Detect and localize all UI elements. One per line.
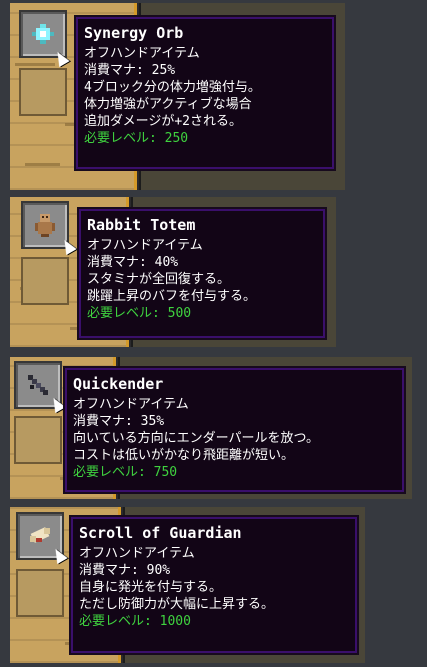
item-type: オフハンドアイテム [87, 238, 203, 253]
description-line: スタミナが全回復する。 [87, 272, 231, 287]
item-type: オフハンドアイテム [79, 546, 195, 561]
mana-cost: 消費マナ: 90% [79, 563, 171, 578]
item-card-synergy-orb: Synergy Orb オフハンドアイテム 消費マナ: 25% 4ブロック分の体… [10, 3, 345, 190]
description-line: 跳躍上昇のバフを付与する。 [87, 289, 257, 304]
item-tooltip: Quickender オフハンドアイテム 消費マナ: 35% 向いている方向にエ… [63, 366, 406, 494]
item-card-quickender: Quickender オフハンドアイテム 消費マナ: 35% 向いている方向にエ… [10, 357, 412, 499]
item-name: Quickender [73, 375, 164, 393]
level-requirement: 必要レベル: 750 [73, 465, 178, 480]
empty-slot[interactable] [21, 257, 69, 305]
item-name: Scroll of Guardian [79, 524, 242, 542]
mana-cost: 消費マナ: 25% [84, 63, 176, 78]
totem-icon [35, 214, 55, 237]
description-line: ただし防御力が大幅に上昇する。 [79, 597, 275, 612]
description-line: 向いている方向にエンダーパールを放つ。 [73, 431, 319, 446]
item-name: Rabbit Totem [87, 216, 196, 234]
ender-launcher-icon [28, 375, 48, 395]
level-requirement: 必要レベル: 500 [87, 306, 192, 321]
item-tooltip: Synergy Orb オフハンドアイテム 消費マナ: 25% 4ブロック分の体… [74, 15, 336, 171]
item-card-rabbit-totem: Rabbit Totem オフハンドアイテム 消費マナ: 40% スタミナが全回… [10, 197, 336, 347]
description-line: 自身に発光を付与する。 [79, 580, 223, 595]
item-type: オフハンドアイテム [84, 46, 200, 61]
empty-slot[interactable] [19, 68, 67, 116]
description-line: 4ブロック分の体力増強付与。 [84, 80, 261, 95]
item-name: Synergy Orb [84, 24, 184, 42]
orb-icon [32, 24, 54, 44]
item-card-scroll-of-guardian: Scroll of Guardian オフハンドアイテム 消費マナ: 90% 自… [10, 507, 365, 663]
item-type: オフハンドアイテム [73, 397, 189, 412]
item-tooltip: Scroll of Guardian オフハンドアイテム 消費マナ: 90% 自… [69, 515, 359, 655]
empty-slot[interactable] [16, 569, 64, 617]
mana-cost: 消費マナ: 35% [73, 414, 165, 429]
description-line: 追加ダメージが+2される。 [84, 114, 243, 129]
description-line: 体力増強がアクティブな場合 [84, 97, 252, 112]
item-tooltip: Rabbit Totem オフハンドアイテム 消費マナ: 40% スタミナが全回… [77, 207, 327, 340]
level-requirement: 必要レベル: 1000 [79, 614, 191, 629]
level-requirement: 必要レベル: 250 [84, 131, 189, 146]
scroll-icon [30, 527, 50, 543]
description-line: コストは低いがかなり飛距離が短い。 [73, 448, 295, 463]
mana-cost: 消費マナ: 40% [87, 255, 179, 270]
empty-slot[interactable] [14, 416, 62, 464]
